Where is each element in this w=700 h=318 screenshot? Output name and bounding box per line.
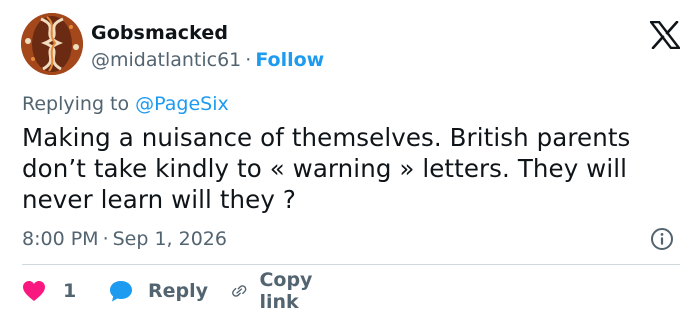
like-button[interactable]: 1: [22, 276, 76, 306]
separator-dot: ·: [245, 49, 252, 71]
info-icon[interactable]: [650, 227, 674, 251]
user-handle[interactable]: @midatlantic61: [91, 49, 241, 71]
reply-mention-link[interactable]: @PageSix: [135, 93, 229, 115]
copy-link-button[interactable]: Copy link: [231, 269, 322, 313]
tweet-date[interactable]: Sep 1, 2026: [113, 228, 227, 250]
heart-icon: [23, 281, 45, 301]
replying-to: Replying to @PageSix: [22, 91, 229, 117]
copy-link-label: Copy link: [259, 269, 313, 313]
replying-to-prefix: Replying to: [22, 93, 130, 115]
handle-row: @midatlantic61 · Follow: [91, 48, 324, 72]
display-name[interactable]: Gobsmacked: [91, 21, 228, 45]
x-logo-icon[interactable]: [649, 20, 681, 50]
tweet-timestamp[interactable]: 8:00 PM · Sep 1, 2026: [22, 226, 227, 252]
timestamp-separator: ·: [102, 228, 109, 250]
avatar[interactable]: [21, 13, 83, 75]
speech-bubble-icon: [110, 281, 132, 302]
like-count: 1: [63, 280, 77, 302]
divider: [22, 264, 680, 265]
follow-button[interactable]: Follow: [255, 49, 324, 71]
tweet-time[interactable]: 8:00 PM: [22, 228, 99, 250]
reply-label: Reply: [148, 280, 209, 302]
tweet-text: Making a nuisance of themselves. British…: [22, 123, 631, 214]
link-icon: [232, 285, 247, 297]
tweet-card: Gobsmacked @midatlantic61 · Follow Replyin…: [0, 0, 700, 318]
reply-button[interactable]: Reply: [108, 276, 208, 306]
